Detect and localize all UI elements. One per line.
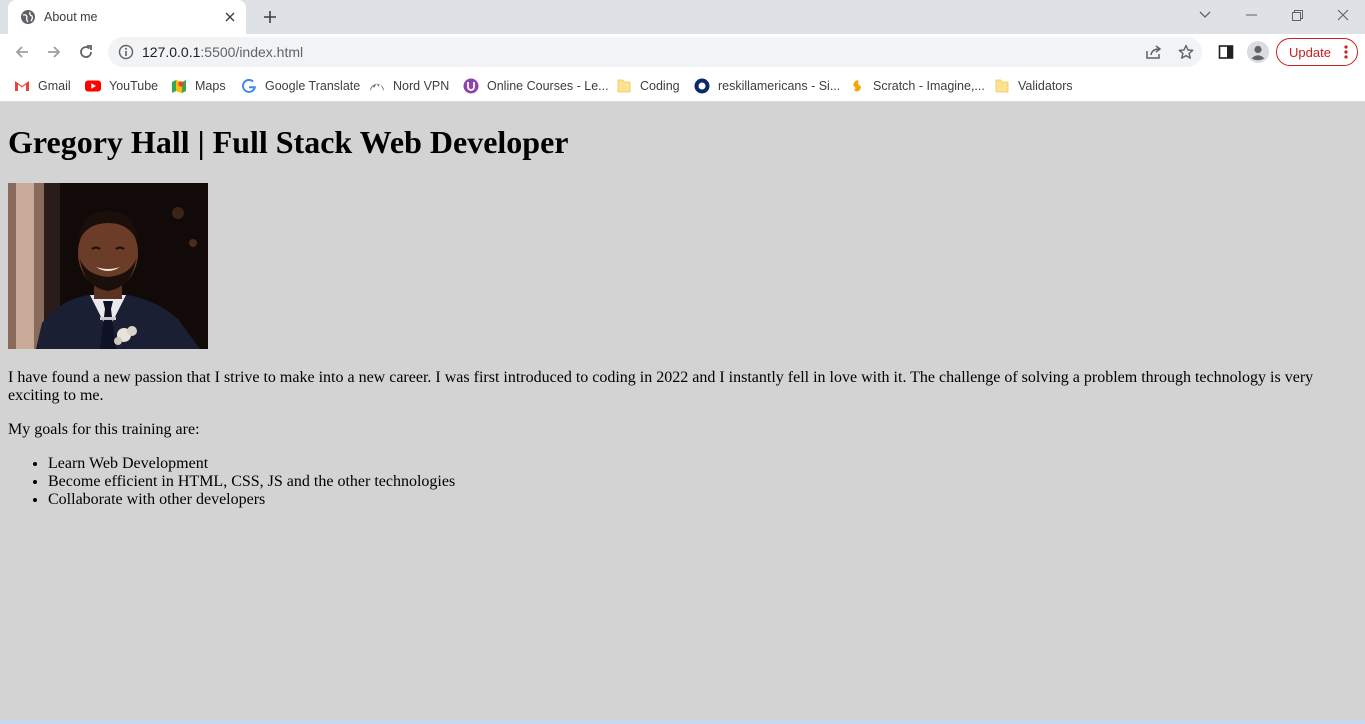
- new-tab-button[interactable]: [258, 5, 282, 29]
- bookmark-folder-validators[interactable]: Validators: [994, 76, 1073, 96]
- url-host: 127.0.0.1: [142, 44, 201, 60]
- globe-icon: [20, 9, 36, 25]
- folder-icon: [994, 78, 1010, 94]
- maps-icon: [171, 78, 187, 94]
- bookmark-star-icon[interactable]: [1170, 37, 1202, 67]
- tab-about-me[interactable]: About me: [8, 0, 246, 34]
- close-window-icon[interactable]: [1320, 0, 1365, 30]
- reload-icon[interactable]: [72, 38, 100, 66]
- url-path: :5500/index.html: [200, 44, 304, 60]
- youtube-icon: [85, 78, 101, 94]
- list-item: Learn Web Development: [48, 455, 455, 473]
- bookmark-label: reskillamericans - Si...: [718, 79, 841, 93]
- forward-icon[interactable]: [40, 38, 68, 66]
- tab-strip: About me: [0, 0, 1365, 34]
- bookmark-reskillamericans[interactable]: reskillamericans - Si...: [694, 76, 840, 96]
- bookmark-scratch[interactable]: Scratch - Imagine,...: [849, 76, 985, 96]
- intro-paragraph: I have found a new passion that I strive…: [8, 369, 1314, 404]
- tab-search-icon[interactable]: [1182, 0, 1228, 30]
- bookmark-nord-vpn[interactable]: Nord VPN: [369, 76, 449, 96]
- update-button[interactable]: Update: [1276, 38, 1358, 66]
- bookmark-label: Nord VPN: [393, 79, 450, 93]
- profile-avatar-icon[interactable]: [1244, 38, 1272, 66]
- browser-toolbar: 127.0.0.1:5500/index.html Update: [0, 34, 1365, 70]
- back-icon[interactable]: [8, 38, 36, 66]
- bookmark-label: Online Courses - Le...: [487, 79, 609, 93]
- reskill-icon: [694, 78, 710, 94]
- bookmarks-bar: Gmail YouTube Maps Google Translate Nord…: [0, 70, 1365, 102]
- page-viewport: Gregory Hall | Full Stack Web Developer: [0, 102, 1365, 720]
- bookmark-label: Validators: [1018, 79, 1073, 93]
- site-info-icon[interactable]: [118, 44, 134, 60]
- share-icon[interactable]: [1138, 37, 1170, 67]
- list-item: Become efficient in HTML, CSS, JS and th…: [48, 473, 455, 491]
- nordvpn-icon: [369, 78, 385, 94]
- google-icon: [241, 78, 257, 94]
- courses-icon: [463, 78, 479, 94]
- bookmark-gmail[interactable]: Gmail: [14, 76, 71, 96]
- update-label: Update: [1289, 44, 1331, 60]
- bookmark-folder-coding[interactable]: Coding: [616, 76, 680, 96]
- bookmark-label: Coding: [640, 79, 680, 93]
- profile-photo: [8, 183, 208, 349]
- goals-intro: My goals for this training are:: [8, 421, 200, 438]
- bookmark-online-courses[interactable]: Online Courses - Le...: [463, 76, 609, 96]
- close-tab-icon[interactable]: [220, 7, 240, 27]
- bookmark-label: Scratch - Imagine,...: [873, 79, 985, 93]
- address-bar[interactable]: 127.0.0.1:5500/index.html: [108, 37, 1202, 67]
- bookmark-label: Maps: [195, 79, 226, 93]
- bookmark-label: Gmail: [38, 79, 71, 93]
- goals-list: Learn Web Development Become efficient i…: [48, 455, 455, 509]
- tab-title: About me: [44, 10, 98, 24]
- bookmark-google-translate[interactable]: Google Translate: [241, 76, 360, 96]
- bookmark-label: YouTube: [109, 79, 159, 93]
- gmail-icon: [14, 78, 30, 94]
- scratch-icon: [849, 78, 865, 94]
- minimize-icon[interactable]: [1228, 0, 1274, 30]
- url-text: 127.0.0.1:5500/index.html: [142, 44, 1138, 60]
- page-heading: Gregory Hall | Full Stack Web Developer: [8, 124, 569, 160]
- bookmark-label: Google Translate: [265, 79, 361, 93]
- window-bottom-edge: [0, 720, 1365, 724]
- side-panel-icon[interactable]: [1212, 38, 1240, 66]
- folder-icon: [616, 78, 632, 94]
- restore-icon[interactable]: [1274, 0, 1320, 30]
- bookmark-maps[interactable]: Maps: [171, 76, 226, 96]
- more-menu-icon[interactable]: [1344, 44, 1348, 63]
- bookmark-youtube[interactable]: YouTube: [85, 76, 158, 96]
- list-item: Collaborate with other developers: [48, 491, 455, 509]
